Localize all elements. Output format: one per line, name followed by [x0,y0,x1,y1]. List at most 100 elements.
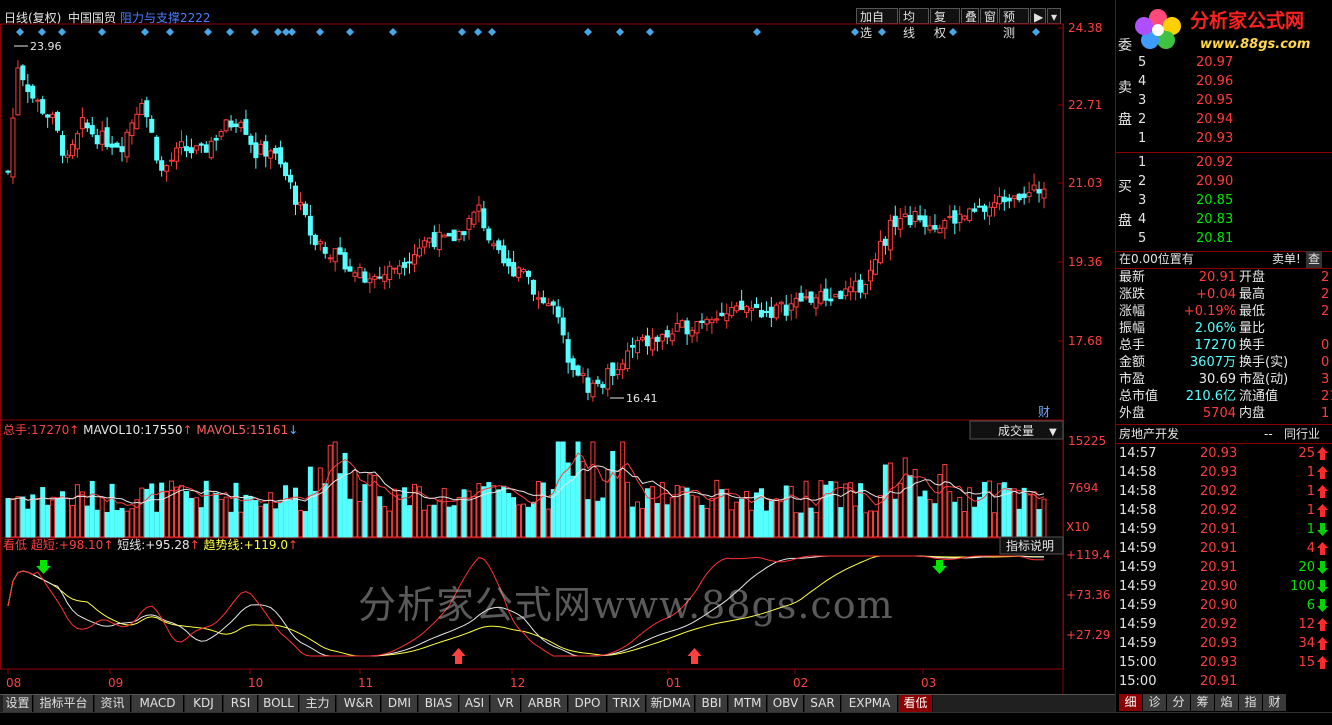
tick-time: 14:59 [1119,636,1157,651]
volume-bar [793,512,799,538]
tab-flame[interactable]: 焰 [1215,694,1239,711]
volume-bar [555,441,561,538]
candle-body [560,317,566,336]
volume-tick: 7694 [1068,481,1099,495]
volume-bar [134,499,140,538]
book-row[interactable]: 4 20.96 [1116,72,1332,91]
tab-settings[interactable]: 设置 [3,695,33,712]
mavol10-label: MAVOL10: [83,423,144,437]
tab-finance[interactable]: 财 [1263,694,1287,711]
candle-body [853,280,859,293]
indicator-explain-button[interactable]: 指标说明 [999,536,1064,555]
volume-bar [962,511,968,538]
candle-body [788,303,794,311]
tab-new-dma[interactable]: 新DMA [647,695,695,712]
book-row[interactable]: 3 20.85 [1116,191,1332,210]
volume-bar [347,498,353,538]
volume-selector[interactable]: 成交量 ▼ [969,420,1064,440]
tab-kdj[interactable]: KDJ [185,695,223,712]
candle-body [912,211,918,222]
candle-body [337,247,343,255]
tab-boll[interactable]: BOLL [259,695,299,712]
tab-diagnose[interactable]: 诊 [1143,694,1167,711]
candle-body [907,214,913,226]
tab-detail[interactable]: 细 [1119,694,1143,711]
candle-body [1006,197,1012,202]
candle-body [263,141,269,157]
tab-dpo[interactable]: DPO [569,695,607,712]
candle-body [848,286,854,293]
indicator-explain-label[interactable]: 指标说明 [1006,538,1054,553]
tab-macd[interactable]: MACD [132,695,184,712]
tab-news[interactable]: 资讯 [95,695,131,712]
candle-body [382,274,388,282]
volume-bar [362,484,368,538]
watermark: 分析家公式网www.88gs.com [358,583,894,627]
tick-volume: 4 [1306,541,1315,556]
tab-bias[interactable]: BIAS [419,695,459,712]
tab-vr[interactable]: VR [491,695,521,712]
volume-bar [501,485,507,538]
tab-obv[interactable]: OBV [768,695,804,712]
tick-volume: 12 [1298,617,1315,632]
candle-body [982,205,988,212]
tab-minute[interactable]: 分 [1167,694,1191,711]
volume-bar [570,475,576,538]
book-row[interactable]: 4 20.83 [1116,210,1332,229]
candle-body [704,318,710,325]
sector-name[interactable]: 房地产开发 [1119,425,1179,443]
signal-diamond [458,28,466,36]
candle-body [724,313,730,322]
volume-bar [887,462,893,538]
tab-mtm[interactable]: MTM [729,695,767,712]
volume-bar [511,497,517,538]
tab-trix[interactable]: TRIX [608,695,646,712]
tab-asi[interactable]: ASI [460,695,490,712]
candle-body [183,146,189,152]
tab-wr[interactable]: W&R [337,695,381,712]
tab-chips[interactable]: 筹 [1191,694,1215,711]
tab-rsi[interactable]: RSI [224,695,258,712]
volume-bar [684,487,690,538]
price-tick: 22.71 [1068,98,1102,112]
candle-body [521,269,527,273]
tick-price: 20.92 [1200,503,1238,518]
tab-arbr[interactable]: ARBR [522,695,568,712]
chevron-down-icon[interactable]: ▼ [1049,427,1057,438]
candle-body [436,231,442,251]
book-row[interactable]: 5 20.81 [1116,229,1332,248]
book-row[interactable]: 1 20.93 [1116,129,1332,148]
volume-bar [446,506,452,538]
volume-bar [382,506,388,538]
candle-body [922,215,928,227]
tab-sar[interactable]: SAR [805,695,841,712]
total-volume-value: 17270 [31,423,69,437]
book-row[interactable]: 2 20.94 [1116,110,1332,129]
book-row[interactable]: 3 20.95 [1116,91,1332,110]
tab-main-force[interactable]: 主力 [300,695,336,712]
ask-price: 20.94 [1196,112,1234,127]
quote-value-2: 1 [1321,406,1330,421]
book-row[interactable]: 2 20.90 [1116,172,1332,191]
candle-body [431,232,437,248]
candle-body [972,208,978,212]
finance-badge[interactable]: 财 [1038,405,1050,419]
quote-stats: 最新 20.91 开盘 2 涨跌 +0.04 最高 2 涨幅 +0.19% 最低 2 振幅 2.06% 量比… [1116,269,1332,425]
tab-look-low[interactable]: 看低 [899,695,933,712]
volume-bar [932,503,938,538]
tick-list[interactable]: 14:57 20.93 25 14:58 20.93 1 14:58 20.92 1 14:58 2… [1116,444,1332,694]
volume-tick: 15225 [1068,434,1106,448]
candle-body [357,266,363,279]
peer-button[interactable]: 同行业 [1284,425,1320,443]
tab-indicator-platform[interactable]: 指标平台 [34,695,94,712]
tick-time: 14:58 [1119,484,1157,499]
tab-index[interactable]: 指 [1239,694,1263,711]
tab-bbi[interactable]: BBI [696,695,728,712]
query-button[interactable]: 查 [1306,251,1323,268]
book-row[interactable]: 1 20.92 [1116,153,1332,172]
tab-dmi[interactable]: DMI [382,695,418,712]
volume-selector-label[interactable]: 成交量 [998,423,1034,438]
book-row[interactable]: 5 20.97 [1116,53,1332,72]
tab-expma[interactable]: EXPMA [842,695,898,712]
candle-body [957,213,963,223]
